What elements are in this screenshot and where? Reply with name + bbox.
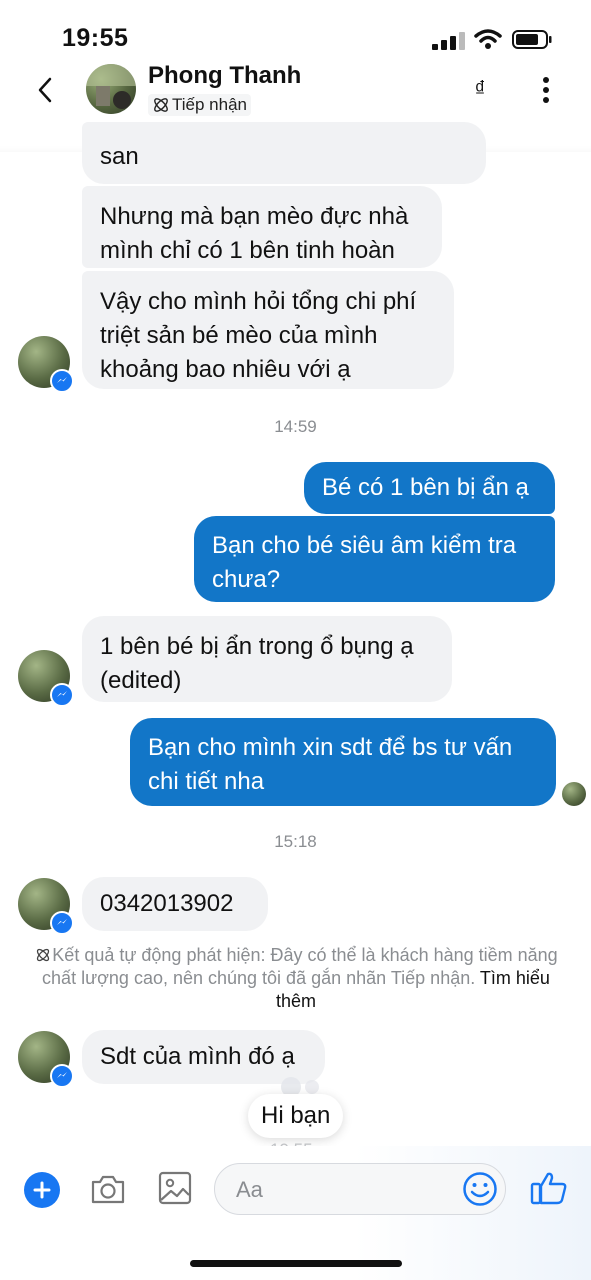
battery-icon: [512, 30, 552, 49]
message-incoming[interactable]: Nhưng mà bạn mèo đực nhà mình chỉ có 1 b…: [82, 186, 442, 268]
gallery-icon[interactable]: [158, 1170, 192, 1206]
add-attachment-button[interactable]: [24, 1172, 60, 1208]
message-incoming[interactable]: 0342013902: [82, 877, 268, 931]
message-outgoing[interactable]: Bạn cho bé siêu âm kiểm tra chưa?: [194, 516, 555, 602]
chevron-left-icon: [38, 77, 52, 103]
timestamp: 14:59: [274, 417, 317, 436]
messenger-icon: [50, 911, 74, 935]
plus-icon: [33, 1181, 51, 1199]
atom-label-icon: [37, 948, 50, 962]
message-outgoing[interactable]: Bé có 1 bên bị ẩn ạ: [304, 462, 555, 514]
back-button[interactable]: [30, 72, 60, 108]
status-time: 19:55: [62, 24, 129, 52]
message-input-placeholder: Aa: [236, 1177, 263, 1202]
add-reaction-icon: [305, 1080, 319, 1094]
contact-avatar[interactable]: [86, 64, 136, 114]
emoji-icon[interactable]: [462, 1171, 498, 1207]
contact-tag-text: Tiếp nhận: [172, 95, 247, 114]
message-incoming[interactable]: san: [82, 122, 486, 184]
contact-name[interactable]: Phong Thanh: [148, 62, 301, 90]
contact-label-tag[interactable]: Tiếp nhận: [148, 94, 251, 116]
message-incoming[interactable]: 1 bên bé bị ẩn trong ổ bụng ạ (edited): [82, 616, 452, 702]
wifi-icon: [474, 29, 502, 49]
atom-label-icon: [154, 98, 168, 112]
message-incoming[interactable]: Vậy cho mình hỏi tổng chi phí triệt sản …: [82, 271, 454, 389]
timestamp: 15:18: [274, 832, 317, 851]
camera-icon[interactable]: [89, 1170, 127, 1208]
messenger-icon: [50, 369, 74, 393]
cellular-signal-icon: [432, 32, 465, 50]
messenger-icon: [50, 683, 74, 707]
payment-button[interactable]: ₫: [468, 76, 492, 102]
seen-avatar: [562, 782, 586, 806]
message-outgoing[interactable]: Bạn cho mình xin sdt để bs tư vấn chi ti…: [130, 718, 556, 806]
thumbs-up-icon[interactable]: [530, 1170, 568, 1206]
sending-message-bubble[interactable]: Hi bạn: [248, 1094, 344, 1138]
messenger-icon: [50, 1064, 74, 1088]
more-options-icon[interactable]: [536, 76, 556, 104]
auto-detection-note: Kết quả tự động phát hiện: Đây có thể là…: [22, 944, 570, 1013]
message-incoming[interactable]: Sdt của mình đó ạ: [82, 1030, 325, 1084]
home-indicator: [190, 1260, 402, 1267]
